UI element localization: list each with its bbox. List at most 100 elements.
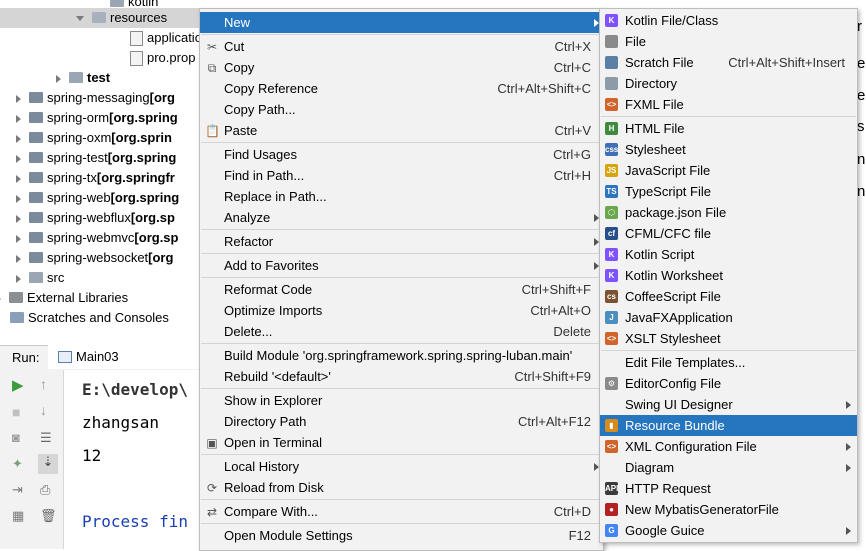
menu-item-rebuild-default[interactable]: Rebuild '<default>' Ctrl+Shift+F9 — [200, 366, 603, 387]
tree-item[interactable]: src — [16, 268, 64, 288]
collapsed-arrow-icon[interactable] — [16, 154, 21, 163]
new-item-file[interactable]: File — [600, 31, 857, 52]
new-item-kotlin-file-class[interactable]: K Kotlin File/Class — [600, 10, 857, 31]
collapsed-arrow-icon[interactable] — [16, 254, 21, 263]
menu-item-build-module-org-springframework-spring-[interactable]: Build Module 'org.springframework.spring… — [200, 345, 603, 366]
collapsed-arrow-icon[interactable] — [16, 194, 21, 203]
menu-item-copy-reference[interactable]: Copy Reference Ctrl+Alt+Shift+C — [200, 78, 603, 99]
tree-item[interactable]: Scratches and Consoles — [10, 308, 169, 328]
layout-icon[interactable]: ▦ — [12, 508, 28, 524]
collapsed-arrow-icon[interactable] — [0, 294, 1, 303]
collapsed-arrow-icon[interactable] — [56, 74, 61, 83]
new-item-directory[interactable]: Directory — [600, 73, 857, 94]
tree-item[interactable]: External Libraries — [0, 288, 128, 308]
collapsed-arrow-icon[interactable] — [16, 234, 21, 243]
soft-wrap-icon[interactable]: ☰ — [40, 430, 56, 446]
new-item-edit-file-templates[interactable]: Edit File Templates... — [600, 352, 857, 373]
menu-item-compare-with[interactable]: ⇄ Compare With... Ctrl+D — [200, 501, 603, 522]
new-item-new-mybatisgeneratorfile[interactable]: ● New MybatisGeneratorFile — [600, 499, 857, 520]
menu-item-new[interactable]: New — [200, 12, 603, 33]
trash-icon[interactable]: 🗑 — [40, 508, 57, 524]
tree-item[interactable]: spring-webflux[org.sp — [16, 208, 175, 228]
tree-item[interactable]: spring-orm[org.spring — [16, 108, 178, 128]
new-item-diagram[interactable]: Diagram — [600, 457, 857, 478]
new-item-html-file[interactable]: H HTML File — [600, 118, 857, 139]
menu-item-find-usages[interactable]: Find Usages Ctrl+G — [200, 144, 603, 165]
tree-item[interactable]: spring-websocket[org — [16, 248, 173, 268]
new-item-javascript-file[interactable]: JS JavaScript File — [600, 160, 857, 181]
menu-item-directory-path[interactable]: Directory Path Ctrl+Alt+F12 — [200, 411, 603, 432]
new-item-resource-bundle[interactable]: ▮ Resource Bundle — [600, 415, 857, 436]
menu-item-open-module-settings[interactable]: Open Module Settings F12 — [200, 525, 603, 546]
new-item-http-request[interactable]: API HTTP Request — [600, 478, 857, 499]
menu-item-copy-path[interactable]: Copy Path... — [200, 99, 603, 120]
menu-item-refactor[interactable]: Refactor — [200, 231, 603, 252]
collapsed-arrow-icon[interactable] — [16, 214, 21, 223]
run-toolbar: ▶ ↑ ■ ↓ ◙ ☰ ✦ ⇣ ⇥ ⎙ ▦ 🗑 — [0, 370, 64, 549]
pin-icon[interactable]: ✦ — [12, 456, 28, 472]
menu-item-analyze[interactable]: Analyze — [200, 207, 603, 228]
submenu-arrow-icon — [846, 443, 851, 451]
scroll-to-end-icon[interactable]: ⇣ — [38, 454, 58, 474]
menu-item-delete[interactable]: Delete... Delete — [200, 321, 603, 342]
menu-item-paste[interactable]: 📋 Paste Ctrl+V — [200, 120, 603, 141]
console-output[interactable]: E:\develop\ zhangsan 12 Process fin — [64, 370, 200, 549]
tree-item[interactable]: applicatio — [130, 28, 202, 48]
menu-item-open-in-terminal[interactable]: ▣ Open in Terminal — [200, 432, 603, 453]
camera-icon[interactable]: ◙ — [12, 430, 28, 446]
menu-item-shortcut: Ctrl+Alt+Shift+C — [497, 81, 591, 96]
new-item-kotlin-script[interactable]: K Kotlin Script — [600, 244, 857, 265]
menu-item-reload-from-disk[interactable]: ⟳ Reload from Disk — [200, 477, 603, 498]
collapsed-arrow-icon[interactable] — [16, 94, 21, 103]
new-item-stylesheet[interactable]: css Stylesheet — [600, 139, 857, 160]
tree-item[interactable]: resources — [76, 8, 167, 28]
tree-item[interactable]: spring-oxm[org.sprin — [16, 128, 172, 148]
menu-item-copy[interactable]: ⧉ Copy Ctrl+C — [200, 57, 603, 78]
new-item-fxml-file[interactable]: <> FXML File — [600, 94, 857, 115]
collapsed-arrow-icon[interactable] — [16, 134, 21, 143]
login-icon[interactable]: ⇥ — [12, 482, 28, 498]
new-item-xml-configuration-file[interactable]: <> XML Configuration File — [600, 436, 857, 457]
menu-item-replace-in-path[interactable]: Replace in Path... — [200, 186, 603, 207]
print-icon[interactable]: ⎙ — [40, 482, 56, 498]
up-arrow-icon[interactable]: ↑ — [40, 376, 56, 392]
submenu-item-label: FXML File — [625, 97, 684, 112]
menu-item-find-in-path[interactable]: Find in Path... Ctrl+H — [200, 165, 603, 186]
new-item-scratch-file[interactable]: Scratch File Ctrl+Alt+Shift+Insert — [600, 52, 857, 73]
tree-item[interactable]: spring-messaging[org — [16, 88, 175, 108]
expanded-arrow-icon[interactable] — [76, 16, 84, 22]
collapsed-arrow-icon[interactable] — [16, 114, 21, 123]
menu-separator — [201, 34, 602, 35]
menu-item-optimize-imports[interactable]: Optimize Imports Ctrl+Alt+O — [200, 300, 603, 321]
new-item-xslt-stylesheet[interactable]: <> XSLT Stylesheet — [600, 328, 857, 349]
new-item-swing-ui-designer[interactable]: Swing UI Designer — [600, 394, 857, 415]
new-item-coffeescript-file[interactable]: cs CoffeeScript File — [600, 286, 857, 307]
new-item-typescript-file[interactable]: TS TypeScript File — [600, 181, 857, 202]
tree-item[interactable]: spring-web[org.spring — [16, 188, 179, 208]
new-item-google-guice[interactable]: G Google Guice — [600, 520, 857, 541]
menu-item-local-history[interactable]: Local History — [200, 456, 603, 477]
menu-item-label: Add to Favorites — [224, 258, 319, 273]
menu-item-add-to-favorites[interactable]: Add to Favorites — [200, 255, 603, 276]
tree-item[interactable]: spring-test[org.spring — [16, 148, 176, 168]
menu-item-reformat-code[interactable]: Reformat Code Ctrl+Shift+F — [200, 279, 603, 300]
tree-item[interactable]: spring-webmvc[org.sp — [16, 228, 178, 248]
menu-separator — [201, 142, 602, 143]
run-tab-main03[interactable]: Main03 — [48, 345, 200, 369]
stop-icon[interactable]: ■ — [12, 404, 28, 420]
new-item-editorconfig-file[interactable]: ⚙ EditorConfig File — [600, 373, 857, 394]
new-item-package-json-file[interactable]: ⬡ package.json File — [600, 202, 857, 223]
tree-item[interactable]: pro.prop — [130, 48, 195, 68]
tree-item[interactable]: test — [56, 68, 110, 88]
new-item-javafxapplication[interactable]: J JavaFXApplication — [600, 307, 857, 328]
new-item-kotlin-worksheet[interactable]: K Kotlin Worksheet — [600, 265, 857, 286]
down-arrow-icon[interactable]: ↓ — [40, 402, 56, 418]
new-item-cfml-cfc-file[interactable]: cf CFML/CFC file — [600, 223, 857, 244]
collapsed-arrow-icon[interactable] — [16, 174, 21, 183]
menu-item-show-in-explorer[interactable]: Show in Explorer — [200, 390, 603, 411]
tree-item[interactable]: spring-tx[org.springfr — [16, 168, 175, 188]
menu-item-cut[interactable]: ✂ Cut Ctrl+X — [200, 36, 603, 57]
rerun-icon[interactable]: ▶ — [12, 376, 28, 394]
collapsed-arrow-icon[interactable] — [16, 274, 21, 283]
submenu-item-label: HTTP Request — [625, 481, 711, 496]
